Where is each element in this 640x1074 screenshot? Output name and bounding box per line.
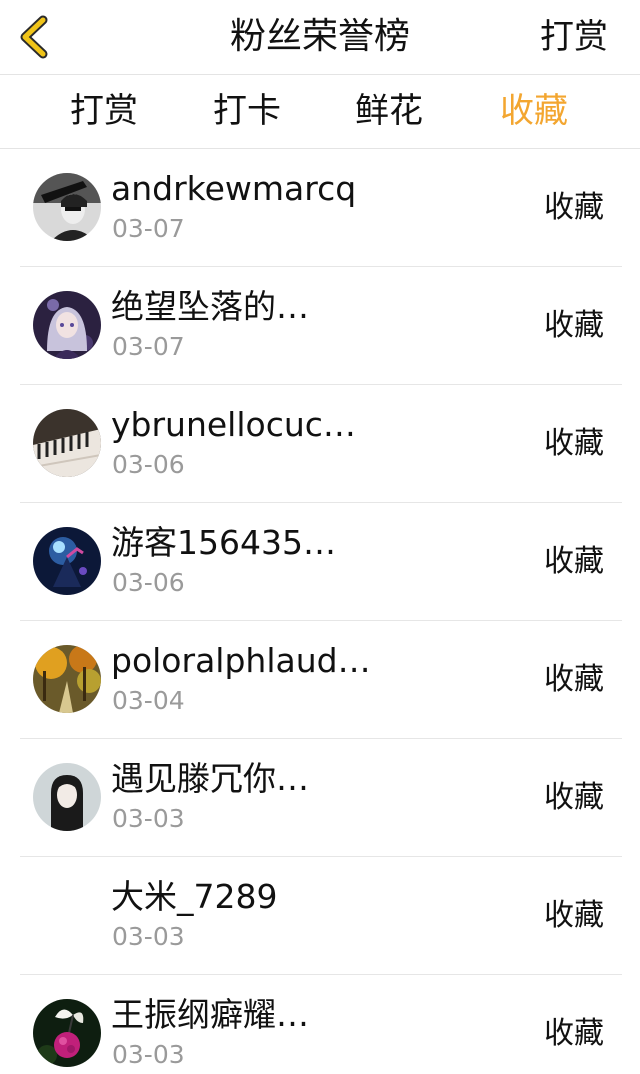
list-item[interactable]: 遇见滕冗你… 03-03 收藏 <box>20 739 622 857</box>
favorite-label: 收藏 <box>544 308 604 343</box>
list-item[interactable]: andrkewmarcq 03-07 收藏 <box>20 149 622 267</box>
avatar[interactable] <box>33 645 101 713</box>
fan-name: 绝望坠落的… <box>111 287 309 326</box>
fan-date: 03-03 <box>112 804 185 833</box>
fan-date: 03-06 <box>112 568 185 597</box>
avatar[interactable] <box>33 291 101 359</box>
fan-date: 03-07 <box>112 332 185 361</box>
favorite-label: 收藏 <box>544 426 604 461</box>
fan-name: 大米_7289 <box>111 877 278 916</box>
chevron-left-icon <box>20 15 48 59</box>
list-item[interactable]: poloralphlaud… 03-04 收藏 <box>20 621 622 739</box>
favorite-label: 收藏 <box>544 780 604 815</box>
list-item[interactable]: 游客156435… 03-06 收藏 <box>20 503 622 621</box>
favorite-label: 收藏 <box>544 544 604 579</box>
fan-date: 03-04 <box>112 686 185 715</box>
fan-date: 03-03 <box>112 922 185 951</box>
fan-name: 王振纲癖耀… <box>111 995 309 1034</box>
avatar[interactable] <box>33 527 101 595</box>
fan-name: 遇见滕冗你… <box>111 759 309 798</box>
fan-list: andrkewmarcq 03-07 收藏 绝望坠落的… 03-07 收藏 yb… <box>0 149 640 1074</box>
fan-date: 03-07 <box>112 214 185 243</box>
fan-honor-page: 粉丝荣誉榜 打赏 打赏 打卡 鲜花 收藏 andrkewmarcq 03-07 … <box>0 0 640 1074</box>
fan-date: 03-03 <box>112 1040 185 1069</box>
avatar[interactable] <box>33 763 101 831</box>
tab-favorites[interactable]: 收藏 <box>484 75 584 148</box>
favorite-label: 收藏 <box>544 662 604 697</box>
list-item[interactable]: 王振纲癖耀… 03-03 收藏 <box>20 975 622 1074</box>
tab-checkin[interactable]: 打卡 <box>197 75 297 148</box>
avatar[interactable] <box>33 409 101 477</box>
favorite-label: 收藏 <box>544 1016 604 1051</box>
back-button[interactable] <box>8 8 58 66</box>
list-item[interactable]: 绝望坠落的… 03-07 收藏 <box>20 267 622 385</box>
fan-name: poloralphlaud… <box>111 641 371 680</box>
list-item[interactable]: 大米_7289 03-03 收藏 <box>20 857 622 975</box>
tab-flowers[interactable]: 鲜花 <box>339 75 439 148</box>
avatar[interactable] <box>33 173 101 241</box>
fan-date: 03-06 <box>112 450 185 479</box>
favorite-label: 收藏 <box>544 898 604 933</box>
fan-name: 游客156435… <box>111 523 336 562</box>
tab-reward[interactable]: 打赏 <box>54 75 154 148</box>
avatar[interactable] <box>33 999 101 1067</box>
nav-bar: 粉丝荣誉榜 打赏 <box>0 0 640 75</box>
list-item[interactable]: ybrunellocuc… 03-06 收藏 <box>20 385 622 503</box>
reward-button[interactable]: 打赏 <box>540 0 608 74</box>
tab-bar: 打赏 打卡 鲜花 收藏 <box>0 75 640 149</box>
fan-name: ybrunellocuc… <box>111 405 356 444</box>
favorite-label: 收藏 <box>544 190 604 225</box>
fan-name: andrkewmarcq <box>111 169 357 208</box>
